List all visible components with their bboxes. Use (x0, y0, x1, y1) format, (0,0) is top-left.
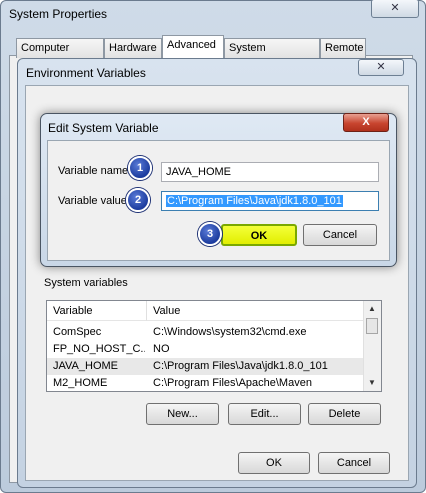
window-title: System Properties (9, 7, 108, 21)
close-button[interactable]: ✕ (358, 59, 404, 76)
selected-text: C:\Program Files\Java\jdk1.8.0_101 (166, 195, 343, 207)
delete-button[interactable]: Delete (308, 403, 381, 425)
tab-advanced[interactable]: Advanced (162, 35, 224, 58)
scroll-up-arrow-icon[interactable]: ▲ (364, 301, 380, 317)
variable-name-label: Variable name: (58, 165, 132, 177)
env-cancel-button[interactable]: Cancel (318, 452, 390, 474)
tab-hardware[interactable]: Hardware (104, 38, 162, 58)
table-row[interactable]: M2_HOME C:\Program Files\Apache\Maven (47, 375, 365, 391)
scroll-thumb[interactable] (366, 318, 378, 334)
table-row[interactable]: ComSpec C:\Windows\system32\cmd.exe (47, 324, 365, 341)
system-variables-list[interactable]: Variable Value ComSpec C:\Windows\system… (46, 300, 382, 392)
column-header-variable[interactable]: Variable (47, 301, 147, 321)
value-cell: C:\Program Files\Java\jdk1.8.0_101 (153, 360, 328, 372)
variable-name-field[interactable]: JAVA_HOME (161, 162, 379, 182)
cancel-button[interactable]: Cancel (303, 224, 377, 246)
value-cell: C:\Windows\system32\cmd.exe (153, 326, 307, 338)
window-title: Environment Variables (26, 66, 146, 80)
variable-cell: ComSpec (53, 326, 102, 338)
close-button[interactable]: X (343, 113, 389, 132)
table-row[interactable]: FP_NO_HOST_C... NO (47, 341, 365, 358)
step-badge-1: 1 (128, 156, 152, 180)
ok-button[interactable]: OK (221, 224, 297, 246)
tab-remote[interactable]: Remote (320, 38, 366, 58)
tab-system-protection[interactable]: System Protection (224, 38, 320, 72)
variable-cell: M2_HOME (53, 377, 108, 389)
edit-button[interactable]: Edit... (228, 403, 301, 425)
env-ok-button[interactable]: OK (238, 452, 310, 474)
table-row-selected[interactable]: JAVA_HOME C:\Program Files\Java\jdk1.8.0… (47, 358, 365, 375)
variable-value-label: Variable value: (58, 195, 130, 207)
column-header-value[interactable]: Value (147, 301, 365, 321)
tab-computer-name[interactable]: Computer Name (16, 38, 104, 72)
system-variables-label: System variables (44, 277, 128, 289)
step-badge-2: 2 (126, 188, 150, 212)
variable-cell: JAVA_HOME (53, 360, 118, 372)
value-cell: NO (153, 343, 170, 355)
dialog-title: Edit System Variable (48, 121, 159, 135)
close-button[interactable]: ✕ (371, 0, 419, 18)
value-cell: C:\Program Files\Apache\Maven (153, 377, 312, 389)
new-button[interactable]: New... (146, 403, 219, 425)
variable-cell: FP_NO_HOST_C... (53, 343, 145, 355)
vertical-scrollbar[interactable]: ▲ ▼ (363, 301, 381, 391)
scroll-down-arrow-icon[interactable]: ▼ (364, 375, 380, 391)
step-badge-3: 3 (198, 222, 222, 246)
variable-value-field[interactable]: C:\Program Files\Java\jdk1.8.0_101 (161, 191, 379, 211)
